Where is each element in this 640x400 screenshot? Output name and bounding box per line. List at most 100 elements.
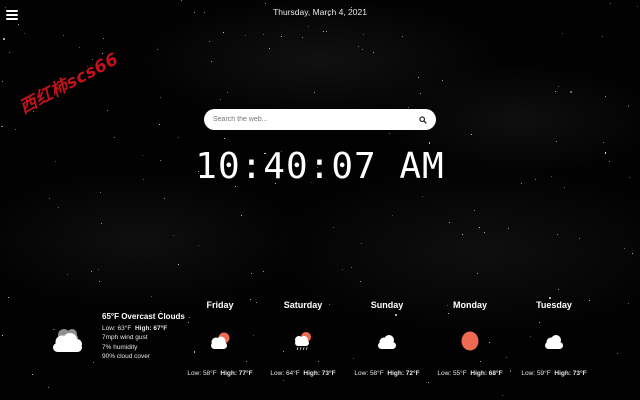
star [359, 280, 361, 282]
low-label: Low: [270, 370, 285, 377]
star [302, 36, 304, 38]
star [3, 38, 5, 40]
star [628, 302, 630, 304]
star [601, 35, 603, 37]
star [448, 222, 450, 224]
star [610, 2, 612, 4]
low-value: 55°F [452, 370, 467, 377]
forecast-temps: Low: 59°F High: 73°F [514, 370, 594, 377]
forecast-day: Friday Low: 58°F High: 77°F [180, 300, 260, 377]
star [78, 46, 80, 48]
star [323, 31, 325, 33]
current-humidity: 7% humidity [102, 343, 138, 351]
forecast-day-name: Sunday [370, 300, 404, 310]
star [388, 132, 391, 135]
star [627, 105, 630, 107]
current-high-label: High: [134, 324, 152, 332]
forecast-day: Saturday Low: 64°F High: 73°F [263, 300, 343, 377]
star [66, 273, 68, 275]
high-label: High: [554, 370, 571, 377]
high-label: High: [387, 370, 404, 377]
star [602, 141, 604, 143]
star [223, 31, 225, 33]
cloud-sun-rain-icon [295, 332, 311, 350]
star [63, 35, 65, 37]
low-value: 58°F [369, 370, 384, 377]
forecast-temps: Low: 58°F High: 72°F [347, 370, 427, 377]
sun-icon [461, 331, 479, 351]
star [471, 134, 473, 136]
high-label: High: [220, 370, 237, 377]
star [281, 35, 283, 37]
star [417, 77, 419, 79]
star [391, 215, 393, 217]
star [93, 362, 95, 364]
star [263, 271, 265, 272]
star [100, 223, 102, 225]
star [556, 233, 558, 235]
cloud-icon [378, 335, 396, 349]
star [557, 86, 559, 88]
star [479, 360, 481, 362]
star [156, 48, 158, 50]
star [570, 91, 572, 93]
low-value: 58°F [202, 370, 217, 377]
star [57, 206, 59, 208]
menu-line [6, 18, 18, 20]
star [332, 226, 334, 228]
star [99, 192, 101, 194]
star [479, 226, 481, 228]
high-value: 73°F [321, 370, 336, 377]
current-low-high: Low: 63°F High: 67°F [102, 324, 185, 334]
low-label: Low: [437, 370, 452, 377]
current-cloud-cover: 90% cloud cover [102, 353, 151, 361]
cloud-sun-icon [211, 332, 230, 349]
clock-time: 10:40:07 AM [195, 146, 445, 187]
star [48, 387, 50, 389]
star [15, 128, 17, 130]
high-value: 77°F [238, 370, 253, 377]
forecast-temps: Low: 58°F High: 77°F [180, 370, 260, 377]
search-input[interactable] [213, 116, 419, 123]
star [419, 92, 421, 94]
star [357, 45, 359, 47]
search-icon[interactable] [419, 115, 427, 124]
star [421, 195, 423, 197]
high-label: High: [470, 370, 487, 377]
search-bar[interactable] [204, 109, 436, 130]
star [556, 141, 558, 143]
star [9, 51, 11, 53]
star [605, 95, 607, 97]
star [106, 109, 108, 111]
star [17, 24, 19, 26]
star [308, 26, 310, 28]
star [564, 187, 566, 189]
star [210, 61, 212, 63]
high-value: 73°F [572, 370, 587, 377]
cloud-icon [53, 329, 82, 352]
star [264, 3, 266, 5]
forecast-day-name: Monday [452, 300, 487, 310]
star [103, 37, 105, 39]
high-value: 72°F [405, 370, 420, 377]
forecast-day: Monday Low: 55°F High: 68°F [430, 300, 510, 377]
star [178, 264, 180, 266]
forecast-day: Tuesday Low: 59°F High: 73°F [514, 300, 594, 377]
star [178, 137, 179, 139]
star [224, 138, 226, 140]
star [360, 243, 362, 245]
current-high-value: 67°F [153, 324, 168, 332]
star [251, 272, 253, 274]
star [8, 297, 10, 299]
low-value: 64°F [285, 370, 300, 377]
star [23, 32, 25, 34]
star [325, 31, 327, 33]
star [113, 136, 115, 138]
star [1, 125, 3, 128]
low-value: 59°F [536, 370, 551, 377]
star [219, 98, 222, 101]
star [163, 197, 165, 199]
current-condition: 65°F Overcast Clouds [102, 312, 185, 321]
star [631, 252, 633, 254]
star [373, 52, 375, 54]
